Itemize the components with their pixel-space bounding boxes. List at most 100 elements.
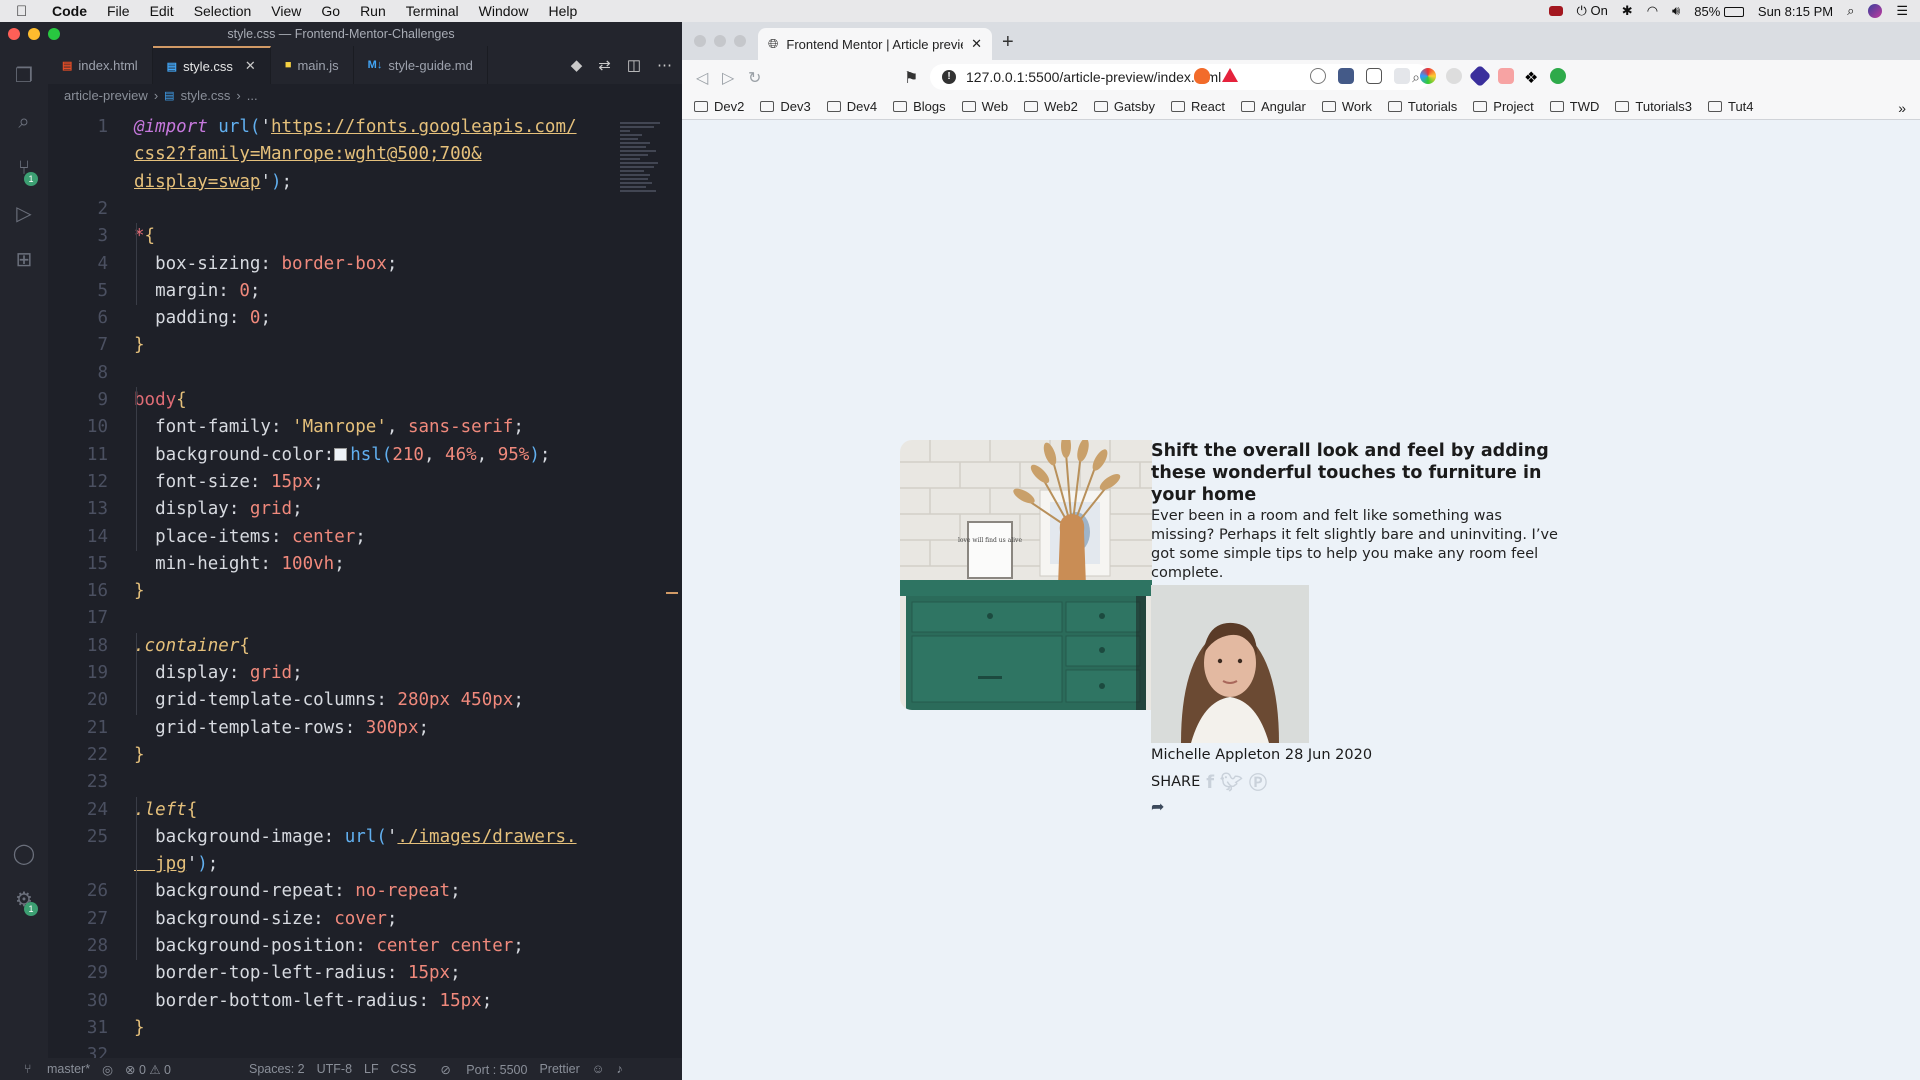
zoom-window-button[interactable] (734, 35, 746, 47)
bookmark-folder[interactable]: Work (1321, 99, 1372, 114)
feedback-icon[interactable]: ☺ (592, 1062, 605, 1076)
eol-status[interactable]: LF (364, 1062, 379, 1076)
extensions-icon[interactable]: ⊞ (12, 248, 36, 272)
run-debug-icon[interactable]: ▷ (12, 202, 36, 226)
vpn-status[interactable]: ⏻ On (1577, 3, 1608, 19)
indentation-status[interactable]: Spaces: 2 (249, 1062, 305, 1076)
share-icon[interactable]: ➦ (1151, 797, 1561, 816)
profile-icon[interactable] (1550, 68, 1566, 84)
breadcrumb-folder[interactable]: article-preview (64, 88, 148, 103)
extension-braces-icon[interactable] (1366, 68, 1382, 84)
account-icon[interactable]: ◯ (12, 842, 36, 866)
brave-rewards-icon[interactable] (1222, 68, 1238, 82)
color-picker-icon[interactable] (1420, 68, 1436, 84)
bookmark-folder[interactable]: Web2 (1024, 99, 1078, 114)
extension-arrows-icon[interactable] (1498, 68, 1514, 84)
twitter-icon[interactable]: 🐦︎ (1220, 772, 1243, 793)
tab-index-html[interactable]: ▤ index.html (48, 46, 153, 84)
zoom-window-button[interactable] (48, 28, 60, 40)
menu-terminal[interactable]: Terminal (406, 3, 459, 19)
new-tab-button[interactable]: + (1002, 31, 1014, 54)
close-window-button[interactable] (8, 28, 20, 40)
browser-tab[interactable]: 🌐︎ Frontend Mentor | Article previe ✕ (758, 28, 992, 60)
back-icon[interactable]: ◁ (696, 68, 708, 88)
siri-icon[interactable] (1868, 4, 1883, 18)
split-editor-icon[interactable]: ◫ (627, 56, 641, 74)
menu-app-name[interactable]: Code (52, 3, 87, 19)
tab-style-css[interactable]: ▤ style.css ✕ (152, 46, 271, 84)
bookmark-folder[interactable]: Angular (1241, 99, 1306, 114)
facebook-icon[interactable]: f (1206, 772, 1214, 793)
apple-icon[interactable]:  (16, 3, 38, 20)
menu-file[interactable]: File (107, 3, 130, 19)
bookmarks-overflow-button[interactable]: » (1898, 100, 1906, 116)
zoom-icon[interactable]: ⌕ (1412, 69, 1420, 86)
minimap[interactable] (620, 122, 666, 194)
branch-status[interactable]: ⑂ master* (12, 1062, 90, 1076)
notifications-icon[interactable]: ♪ (617, 1062, 623, 1076)
site-info-icon[interactable]: ! (942, 70, 956, 84)
menu-run[interactable]: Run (360, 3, 386, 19)
pinterest-icon[interactable]: Ⓟ (1249, 769, 1267, 795)
battery-status[interactable]: 85% (1694, 4, 1744, 19)
encoding-status[interactable]: UTF-8 (317, 1062, 352, 1076)
bluetooth-icon[interactable]: ✱ (1622, 3, 1633, 19)
live-server-status[interactable]: ⊘ Port : 5500 (428, 1062, 527, 1077)
spotlight-search-icon[interactable]: ⌕ (1847, 3, 1854, 19)
menu-help[interactable]: Help (548, 3, 577, 19)
tab-main-js[interactable]: ■ main.js (271, 46, 354, 84)
menu-edit[interactable]: Edit (150, 3, 174, 19)
more-actions-icon[interactable]: ⋯ (657, 56, 672, 74)
tab-style-guide-md[interactable]: M↓ style-guide.md (354, 46, 488, 84)
extension-diamond-icon[interactable] (1468, 64, 1492, 88)
menu-selection[interactable]: Selection (194, 3, 252, 19)
recording-icon[interactable] (1548, 6, 1563, 16)
extension-sphere-icon[interactable] (1446, 68, 1462, 84)
forward-icon[interactable]: ▷ (722, 68, 734, 88)
bookmark-folder[interactable]: Dev3 (760, 99, 811, 114)
control-center-icon[interactable]: ☰ (1896, 3, 1908, 19)
breadcrumb-symbol[interactable]: ... (247, 88, 258, 103)
problems-status[interactable]: ⊗ 0 ⚠ 0 (125, 1062, 171, 1077)
breadcrumb-file[interactable]: style.css (181, 88, 231, 103)
extension-grid-icon[interactable] (1394, 68, 1410, 84)
menu-view[interactable]: View (271, 3, 301, 19)
menu-window[interactable]: Window (479, 3, 529, 19)
menu-go[interactable]: Go (321, 3, 340, 19)
bookmark-folder[interactable]: Dev4 (826, 99, 877, 114)
bookmark-folder[interactable]: Tutorials (1387, 99, 1457, 114)
bookmark-folder[interactable]: Gatsby (1093, 99, 1155, 114)
clock[interactable]: Sun 8:15 PM (1758, 4, 1833, 19)
extension-screen-icon[interactable] (1338, 68, 1354, 84)
extension-h-icon[interactable] (1310, 68, 1326, 84)
bookmark-folder[interactable]: Tutorials3 (1615, 99, 1692, 114)
bookmark-folder[interactable]: Project (1473, 99, 1534, 114)
bookmark-folder[interactable]: Dev2 (694, 99, 744, 114)
address-bar[interactable]: ! 127.0.0.1:5500/article-preview/index.h… (930, 64, 1430, 90)
brave-shield-icon[interactable] (1194, 68, 1210, 84)
bookmark-folder[interactable]: Blogs (893, 99, 946, 114)
open-changes-icon[interactable]: ⇄ (598, 56, 611, 74)
bookmark-icon[interactable]: ⚑ (904, 68, 918, 88)
language-status[interactable]: CSS (391, 1062, 417, 1076)
color-swatch-icon[interactable] (334, 448, 348, 462)
volume-icon[interactable]: 🔊︎ (1672, 3, 1680, 19)
minimize-window-button[interactable] (714, 35, 726, 47)
code-editor[interactable]: 1 @import url('https://fonts.googleapis.c… (48, 114, 608, 1066)
puzzle-icon[interactable]: ❖ (1524, 68, 1540, 87)
bookmark-folder[interactable]: Tut4 (1707, 99, 1754, 114)
search-icon[interactable]: ⌕ (12, 110, 36, 134)
explorer-icon[interactable]: ❐ (12, 64, 36, 88)
bookmark-folder[interactable]: Web (961, 99, 1008, 114)
close-icon[interactable]: ✕ (245, 58, 256, 74)
prettier-status[interactable]: Prettier (539, 1062, 579, 1076)
wifi-icon[interactable]: ◠ (1647, 3, 1658, 19)
reload-icon[interactable]: ↻ (748, 68, 761, 88)
close-tab-icon[interactable]: ✕ (971, 36, 982, 52)
close-window-button[interactable] (694, 35, 706, 47)
sync-icon[interactable]: ◎ (102, 1062, 113, 1077)
bookmark-folder[interactable]: TWD (1549, 99, 1599, 114)
git-icon[interactable]: ◆ (571, 56, 583, 74)
bookmark-folder[interactable]: React (1171, 99, 1225, 114)
minimize-window-button[interactable] (28, 28, 40, 40)
